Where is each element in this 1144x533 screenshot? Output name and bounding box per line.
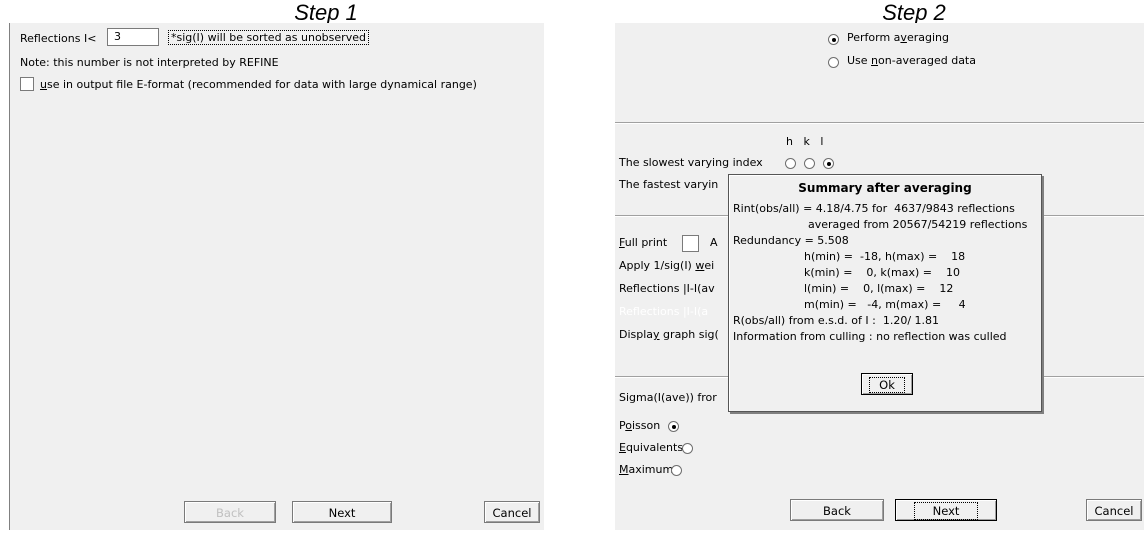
summary-line-l: l(min) = 0, l(max) = 12 <box>804 282 954 295</box>
hkl-header: h k l <box>786 135 824 148</box>
equivalents-label: Equivalents <box>619 441 683 454</box>
sig-label: *sig(I) will be sorted as unobserved <box>168 30 369 45</box>
sigma-label: Sigma(I(ave)) fror <box>619 391 717 404</box>
perform-averaging-label: Perform averaging <box>847 31 949 44</box>
slowest-index-label: The slowest varying index <box>619 156 763 169</box>
note-text: Note: this number is not interpreted by … <box>20 56 279 69</box>
eformat-checkbox[interactable] <box>20 77 34 91</box>
poisson-label: Poisson <box>619 419 660 432</box>
step2-cancel-button[interactable]: Cancel <box>1086 499 1142 521</box>
eformat-label-text: se in output file E-format (recommended … <box>46 78 477 91</box>
separator-1 <box>615 122 1144 124</box>
use-non-averaged-text-end: on-averaged data <box>878 54 976 67</box>
equivalents-mnemonic: E <box>619 441 626 454</box>
eformat-label: use in output file E-format (recommended… <box>40 78 477 91</box>
use-non-averaged-label: Use non-averaged data <box>847 54 976 67</box>
maximum-mnemonic: M <box>619 463 629 476</box>
reflections-threshold-input[interactable]: 3 <box>107 28 159 46</box>
summary-dialog-title: Summary after averaging <box>798 181 972 195</box>
apply-weight-mnemonic: w <box>695 259 705 272</box>
full-print-label: Full print <box>619 236 667 249</box>
step1-back-button[interactable]: Back <box>184 501 276 523</box>
reflections-label: Reflections I< <box>20 32 97 45</box>
poisson-text-end: isson <box>631 419 661 432</box>
step1-cancel-button[interactable]: Cancel <box>484 501 540 523</box>
apply-weight-label: Apply 1/sig(I) wei <box>619 259 714 272</box>
display-graph-text: Displa <box>619 328 654 341</box>
use-non-averaged-text: Use <box>847 54 872 67</box>
maximum-label: Maximum <box>619 463 673 476</box>
poisson-radio[interactable] <box>668 421 679 432</box>
step2-back-button[interactable]: Back <box>790 499 884 521</box>
summary-dialog: Summary after averaging Rint(obs/all) = … <box>728 174 1042 412</box>
perform-averaging-text-end: eraging <box>906 31 949 44</box>
summary-line-rint: Rint(obs/all) = 4.18/4.75 for 4637/9843 … <box>733 202 1015 215</box>
reflections-deviation-label-2: Reflections |I-I(a <box>619 305 709 318</box>
reflections-deviation-label-1: Reflections |I-I(av <box>619 282 715 295</box>
equivalents-text: quivalents <box>625 441 684 454</box>
maximum-text: aximum <box>628 463 674 476</box>
step1-panel: Reflections I< 3 *sig(I) will be sorted … <box>9 23 544 530</box>
perform-averaging-radio[interactable] <box>828 34 839 45</box>
summary-line-h: h(min) = -18, h(max) = 18 <box>804 250 966 263</box>
fastest-index-label: The fastest varyin <box>619 178 719 191</box>
poisson-mnemonic: o <box>625 419 632 432</box>
summary-line-robs: R(obs/all) from e.s.d. of I : 1.20/ 1.81 <box>733 314 940 327</box>
summary-line-m: m(min) = -4, m(max) = 4 <box>804 298 966 311</box>
summary-line-k: k(min) = 0, k(max) = 10 <box>804 266 961 279</box>
summary-ok-label: Ok <box>869 377 905 393</box>
use-non-averaged-radio[interactable] <box>828 57 839 68</box>
summary-ok-button[interactable]: Ok <box>861 373 913 395</box>
display-graph-label: Display graph sig( <box>619 328 719 341</box>
step2-next-button[interactable]: Next <box>895 499 997 521</box>
step1-next-button[interactable]: Next <box>292 501 392 523</box>
full-print-checkbox[interactable] <box>682 235 699 252</box>
summary-line-culling: Information from culling : no reflection… <box>733 330 1007 343</box>
perform-averaging-text: Perform a <box>847 31 901 44</box>
slowest-l-radio[interactable] <box>823 158 834 169</box>
apply-weight-text: Apply 1/sig(I) <box>619 259 696 272</box>
step2-panel: Perform averaging Use non-averaged data … <box>615 23 1144 530</box>
eformat-mnemonic: u <box>40 78 47 91</box>
step2-next-label: Next <box>913 502 979 520</box>
maximum-radio[interactable] <box>671 465 682 476</box>
full-print-text: ull print <box>624 236 668 249</box>
use-non-averaged-mnemonic: n <box>871 54 879 67</box>
display-graph-text-end: graph sig( <box>659 328 719 341</box>
full-print-trailing-label: A <box>710 236 718 249</box>
slowest-h-radio[interactable] <box>785 158 796 169</box>
equivalents-radio[interactable] <box>682 443 693 454</box>
summary-line-averaged: averaged from 20567/54219 reflections <box>808 218 1028 231</box>
summary-line-redundancy: Redundancy = 5.508 <box>733 234 849 247</box>
slowest-k-radio[interactable] <box>804 158 815 169</box>
apply-weight-text-end: ei <box>704 259 715 272</box>
